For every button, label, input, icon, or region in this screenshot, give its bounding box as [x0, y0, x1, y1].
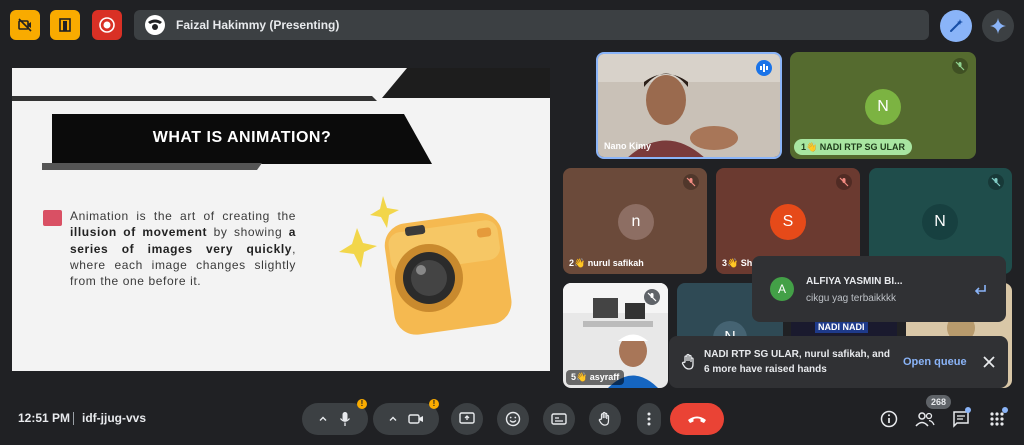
video-off-icon — [18, 18, 32, 32]
participant-name: 1👋 NADI RTP SG ULAR — [794, 139, 913, 155]
clock: 12:51 PM — [18, 411, 71, 425]
camera-icon[interactable] — [408, 412, 424, 426]
mic-off-icon — [839, 177, 849, 187]
participant-name: 3👋 Sh — [722, 258, 753, 268]
room-button[interactable] — [50, 10, 80, 40]
reactions-button[interactable] — [497, 403, 529, 435]
mic-off-icon — [647, 292, 657, 302]
sparkle-icon — [990, 18, 1006, 34]
presentation-slide: WHAT IS ANIMATION? Animation is the art … — [12, 68, 550, 371]
muted-indicator — [644, 289, 660, 305]
speaking-indicator — [756, 60, 772, 76]
record-icon — [99, 17, 115, 33]
participant-name: Nano Kimy — [604, 141, 652, 151]
presenter-label: Faizal Hakimmy (Presenting) — [176, 18, 340, 32]
muted-indicator — [952, 58, 968, 74]
muted-indicator — [836, 174, 852, 190]
participant-avatar: N — [865, 89, 901, 125]
gemini-button[interactable] — [982, 10, 1014, 42]
hand-icon — [681, 353, 694, 370]
participant-tile-nadi[interactable]: N 1👋 NADI RTP SG ULAR — [790, 52, 976, 159]
mic-off-icon — [991, 177, 1001, 187]
door-icon — [59, 18, 71, 32]
open-queue-button[interactable]: Open queue — [903, 356, 967, 368]
chat-unread-dot — [965, 407, 971, 413]
raise-hand-button[interactable] — [589, 403, 621, 435]
hang-up-icon — [688, 416, 706, 423]
participant-tile-nano-kimy[interactable]: Nano Kimy — [596, 52, 782, 159]
sender-avatar: A — [770, 277, 794, 301]
raised-hands-text: NADI RTP SG ULAR, nurul safikah, and 6 m… — [704, 349, 890, 375]
participant-count-badge: 268 — [926, 395, 952, 409]
meeting-code: idf-jjug-vvs — [82, 411, 147, 425]
present-screen-icon — [459, 412, 475, 424]
chat-message: cikgu yag terbaikkkk — [806, 293, 897, 304]
sender-name: ALFIYA YASMIN BI... — [806, 276, 903, 287]
close-icon[interactable] — [982, 355, 996, 369]
participant-tile-nurul[interactable]: n 2👋 nurul safikah — [563, 168, 707, 274]
participant-avatar: n — [618, 204, 654, 240]
mic-off-icon — [686, 177, 696, 187]
hide-video-button[interactable] — [10, 10, 40, 40]
activities-dot — [1002, 407, 1008, 413]
people-icon[interactable] — [915, 411, 935, 427]
camera-control-group — [373, 403, 439, 435]
captions-button[interactable] — [543, 403, 575, 435]
slide-text-fragment: by showing — [207, 225, 289, 240]
participant-avatar: S — [770, 204, 806, 240]
divider — [73, 412, 74, 425]
slide-body-text: Animation is the art of creating the ill… — [70, 208, 296, 289]
bullet-marker — [43, 210, 62, 226]
chat-notification[interactable]: A ALFIYA YASMIN BI... cikgu yag terbaikk… — [752, 256, 1006, 322]
present-button[interactable] — [451, 403, 483, 435]
muted-indicator — [988, 174, 1004, 190]
audio-level-icon — [760, 64, 768, 72]
emoji-icon — [505, 411, 521, 427]
chevron-up-icon[interactable] — [388, 414, 398, 424]
camera-warning-badge: ! — [429, 399, 439, 409]
activities-icon[interactable] — [989, 411, 1005, 427]
mic-off-icon — [955, 61, 965, 71]
leave-call-button[interactable] — [670, 403, 724, 435]
more-options-button[interactable] — [637, 403, 661, 435]
slide-text-fragment: Animation is the art of creating the — [70, 209, 296, 223]
magic-wand-icon — [950, 19, 963, 32]
muted-indicator — [683, 174, 699, 190]
slide-title: WHAT IS ANIMATION? — [152, 129, 332, 146]
presenter-banner[interactable]: Faizal Hakimmy (Presenting) — [134, 10, 929, 40]
participant-avatar: N — [922, 204, 958, 240]
participant-name: 2👋 nurul safikah — [569, 258, 644, 268]
hand-icon — [598, 411, 610, 426]
info-icon[interactable] — [880, 410, 898, 428]
chevron-up-icon[interactable] — [318, 414, 328, 424]
microphone-icon[interactable] — [338, 411, 352, 427]
slide-emphasis: illusion of movement — [70, 225, 208, 240]
presenter-avatar-icon — [145, 15, 165, 35]
raised-hands-notification[interactable]: NADI RTP SG ULAR, nurul safikah, and 6 m… — [669, 336, 1008, 388]
captions-icon — [551, 413, 567, 425]
participant-tile-asyraff[interactable]: 5👋 asyraff — [563, 283, 668, 388]
recording-button[interactable] — [92, 10, 122, 40]
participant-name: 5👋 asyraff — [566, 370, 625, 385]
reply-icon[interactable] — [972, 282, 988, 298]
mic-warning-badge: ! — [357, 399, 367, 409]
tile-label: NADI NADI — [815, 321, 868, 333]
camera-illustration — [339, 196, 512, 335]
more-vertical-icon — [647, 412, 651, 426]
visual-effects-button[interactable] — [940, 10, 972, 42]
